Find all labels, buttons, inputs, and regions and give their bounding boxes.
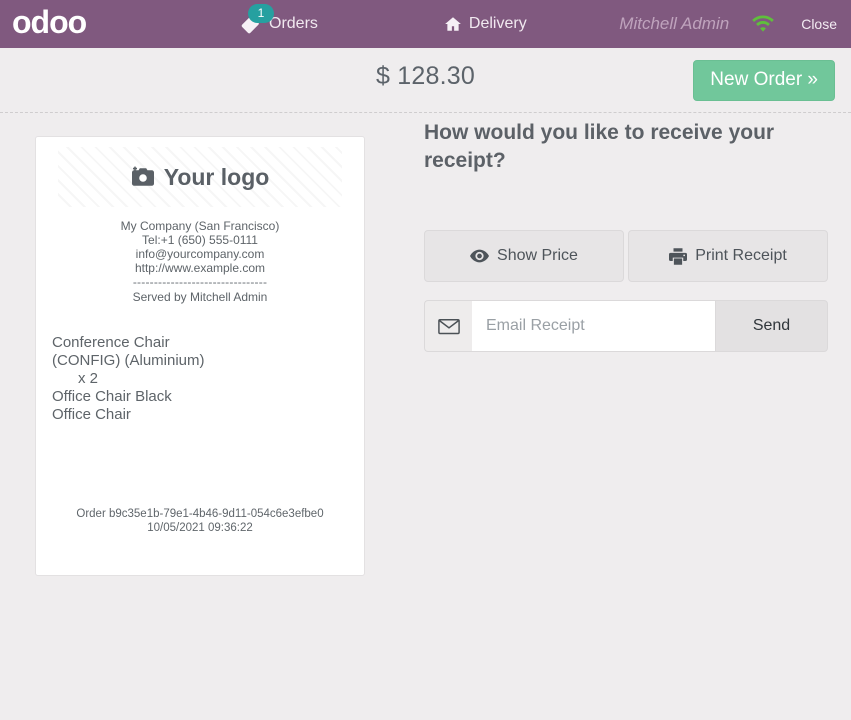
current-user-name: Mitchell Admin <box>619 14 730 33</box>
print-receipt-button[interactable]: Print Receipt <box>628 230 828 282</box>
orderline-quantity: x 2 <box>78 370 99 388</box>
company-website: http://www.example.com <box>134 261 266 276</box>
company-email: info@yourcompany.com <box>135 246 265 261</box>
page-title: How would you like to receive your recei… <box>424 121 775 172</box>
orderline-product: Office Chair Black <box>52 388 172 406</box>
receipt-orderlines: Conference Chair (CONFIG) (Aluminium) x … <box>52 334 364 424</box>
nav-orders-label: Orders <box>269 15 318 32</box>
receipt-footer: Order b9c35e1b-79e1-4b46-9d11-054c6e3efb… <box>36 507 364 535</box>
eye-icon <box>470 249 490 263</box>
order-subheader: $ 128.30 New Order » <box>0 48 851 113</box>
receipt-screen: Your logo My Company (San Francisco) Tel… <box>0 113 851 720</box>
svg-text:odoo: odoo <box>12 9 87 39</box>
close-button[interactable]: Close <box>801 16 837 32</box>
show-price-label: Show Price <box>497 247 578 264</box>
tag-icon: 1 <box>240 4 274 35</box>
order-datetime: 10/05/2021 09:36:22 <box>147 522 253 534</box>
receipt-preview-card: Your logo My Company (San Francisco) Tel… <box>35 136 365 576</box>
odoo-logo[interactable]: odoo <box>0 9 142 39</box>
camera-icon <box>131 166 155 188</box>
topbar-right-group: Mitchell Admin Close <box>619 0 851 48</box>
email-receipt-group: Send <box>424 300 828 352</box>
email-receipt-input[interactable] <box>472 300 715 352</box>
top-navigation-bar: odoo 1 Orders Delivery Mitchell Admin Cl… <box>0 0 851 48</box>
nav-delivery-label: Delivery <box>468 15 527 32</box>
orderline-product: Office Chair <box>52 406 131 424</box>
receipt-actions-panel: How would you like to receive your recei… <box>424 113 828 352</box>
show-price-button[interactable]: Show Price <box>424 230 624 282</box>
new-order-button[interactable]: New Order » <box>693 60 835 101</box>
wifi-icon <box>751 15 775 33</box>
order-reference: Order b9c35e1b-79e1-4b46-9d11-054c6e3efb… <box>76 508 324 520</box>
orders-count-badge: 1 <box>248 4 274 23</box>
envelope-icon <box>424 300 472 352</box>
served-by-text: Served by Mitchell Admin <box>132 289 268 304</box>
orderline-product: Conference Chair <box>52 334 170 352</box>
company-info: My Company (San Francisco) Tel:+1 (650) … <box>36 219 364 304</box>
print-receipt-label: Print Receipt <box>695 247 787 264</box>
company-phone: Tel:+1 (650) 555-0111 <box>142 232 258 247</box>
home-icon <box>444 15 462 33</box>
receipt-divider: -------------------------------- <box>132 275 268 290</box>
orderline-variant: (CONFIG) (Aluminium) <box>52 352 205 370</box>
logo-placeholder-text: Your logo <box>163 163 270 190</box>
logo-placeholder: Your logo <box>58 147 342 207</box>
send-email-button[interactable]: Send <box>715 300 828 352</box>
printer-icon <box>669 247 688 265</box>
receipt-buttons-row: Show Price Print Receipt <box>424 230 828 282</box>
nav-item-orders[interactable]: 1 Orders <box>230 0 328 48</box>
nav-item-delivery[interactable]: Delivery <box>434 0 537 48</box>
company-name: My Company (San Francisco) <box>120 218 280 233</box>
